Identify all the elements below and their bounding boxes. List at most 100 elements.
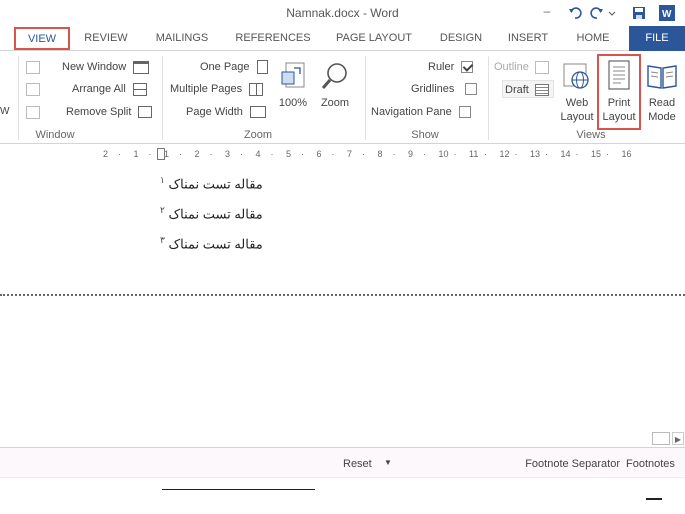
horizontal-ruler[interactable]: 2 · 1 · 1 · 2 · 3 · 4 · 5 · 6 · 7 · 8 · 9 · 10 · 11 · 12 · 13 · 14 · 15 ·… [95, 146, 685, 162]
tab-page-layout[interactable]: PAGE LAYOUT [326, 26, 422, 51]
one-page-label: One Page [200, 61, 250, 73]
minimize-button[interactable]: – [540, 4, 554, 20]
one-page-button[interactable]: One Page [200, 58, 268, 76]
redo-icon[interactable] [588, 4, 606, 22]
document-line[interactable]: ﻣﻘﺎﻟﻪ ﺗﺴﺖ ﻧﻤﻨﺎک ۳ [160, 235, 263, 252]
print-layout-icon [608, 60, 630, 90]
zoom-100-label: 100% [278, 97, 308, 109]
print-layout-button[interactable]: Print Layout [597, 54, 641, 130]
navigation-pane-check-icon [458, 106, 471, 119]
web-layout-icon [563, 63, 589, 89]
ruler-tick: · [453, 149, 457, 159]
undo-icon[interactable] [566, 4, 584, 22]
reset-window-position-icon[interactable] [26, 103, 40, 121]
chevron-down-icon[interactable]: ▼ [384, 458, 392, 467]
new-window-label: New Window [62, 61, 127, 73]
ruler-tick-area: 2 · 1 · 1 · 2 · 3 · 4 · 5 · 6 · 7 · 8 · 9 · 10 · 11 · 12 · 13 · 14 · 15 ·… [95, 148, 685, 160]
ruler-tick: · [240, 149, 243, 159]
ribbon-separator [488, 56, 489, 140]
tab-references[interactable]: REFERENCES [228, 26, 318, 51]
line-text: ﻣﻘﺎﻟﻪ ﺗﺴﺖ ﻧﻤﻨﺎک [168, 176, 263, 192]
footnote-cursor-mark [646, 498, 662, 500]
footnote-type-select[interactable]: Footnote Separator [384, 458, 620, 472]
indent-marker-icon[interactable] [157, 148, 165, 160]
ruler-number: 3 [225, 149, 231, 159]
horizontal-scrollbar[interactable]: ▶ [0, 432, 685, 446]
ruler-number: 5 [286, 149, 292, 159]
views-group-label: Views [576, 129, 606, 141]
zoom-100-icon [281, 62, 305, 88]
new-window-button[interactable]: New Window [62, 58, 150, 76]
tab-file[interactable]: FILE [629, 26, 685, 51]
ruler-number: 2 [103, 149, 109, 159]
footnotes-label: Footnotes [626, 458, 675, 470]
ruler-tick: · [514, 149, 518, 159]
multiple-pages-icon [249, 82, 264, 96]
word-logo-icon: W [658, 4, 676, 22]
document-line[interactable]: ﻣﻘﺎﻟﻪ ﺗﺴﺖ ﻧﻤﻨﺎک ۲ [160, 205, 263, 222]
line-number: ۲ [160, 205, 165, 215]
ribbon-tabs: FILE HOME INSERT DESIGN PAGE LAYOUT REFE… [0, 26, 685, 51]
save-icon[interactable] [630, 4, 648, 22]
ruler-tick: · [179, 149, 182, 159]
print-layout-label: Print Layout [602, 97, 636, 123]
ruler-tick: · [331, 149, 335, 159]
tab-design[interactable]: DESIGN [432, 26, 490, 51]
footnote-pane: Footnotes Footnote Separator ▼ Reset [0, 447, 685, 514]
zoom-label: Zoom [320, 97, 350, 109]
ruler-number: 13 [530, 149, 541, 159]
ruler-label: Ruler [428, 61, 455, 73]
read-mode-button[interactable]: Read Mode [642, 56, 682, 130]
outline-label: Outline [494, 61, 529, 73]
multiple-pages-button[interactable]: Multiple Pages [170, 80, 264, 98]
ruler-number: 10 [438, 149, 449, 159]
outline-button[interactable]: Outline [494, 58, 549, 76]
page-width-label: Page Width [186, 106, 243, 118]
ruler-number: 9 [408, 149, 414, 159]
draft-icon [534, 84, 549, 97]
scroll-right-arrow-icon[interactable]: ▶ [672, 432, 684, 445]
remove-split-button[interactable]: Remove Split [66, 103, 153, 121]
line-text: ﻣﻘﺎﻟﻪ ﺗﺴﺖ ﻧﻤﻨﺎک [168, 236, 263, 252]
ruler-number: 15 [591, 149, 602, 159]
tab-insert[interactable]: INSERT [500, 26, 556, 51]
ruler-tick: · [270, 149, 274, 159]
gridlines-label: Gridlines [411, 83, 455, 95]
ruler-tick: · [148, 149, 152, 159]
switch-windows-button[interactable]: W [0, 103, 9, 121]
zoom-100-button[interactable]: 100% [274, 56, 312, 130]
svg-text:W: W [662, 9, 672, 20]
document-page[interactable]: ﻣﻘﺎﻟﻪ ﺗﺴﺖ ﻧﻤﻨﺎک ۱ ﻣﻘﺎﻟﻪ ﺗﺴﺖ ﻧﻤﻨﺎک ۲ ﻣﻘﺎﻟ… [0, 163, 685, 293]
scrollbar-thumb[interactable] [652, 432, 670, 445]
arrange-all-button[interactable]: Arrange All [72, 80, 147, 98]
tab-view[interactable]: VIEW [14, 27, 70, 50]
gridlines-check-icon [465, 83, 478, 96]
web-layout-button[interactable]: Web Layout [558, 56, 596, 130]
sync-scrolling-icon[interactable] [26, 80, 40, 98]
ruler-number: 14 [560, 149, 571, 159]
title-bar: Namnak.docx - Word – W [0, 0, 685, 26]
draft-button[interactable]: Draft [502, 80, 554, 98]
ruler-tick: · [575, 149, 579, 159]
gridlines-checkbox[interactable]: Gridlines [411, 80, 478, 98]
qat-dropdown-icon[interactable] [606, 4, 618, 22]
tab-home[interactable]: HOME [568, 26, 618, 51]
ruler-number: 11 [469, 149, 479, 159]
ruler-tick: · [301, 149, 304, 159]
arrange-all-icon [132, 82, 147, 96]
tab-mailings[interactable]: MAILINGS [145, 26, 219, 51]
reset-button[interactable]: Reset [343, 458, 372, 470]
ruler-tick: · [362, 149, 365, 159]
document-line[interactable]: ﻣﻘﺎﻟﻪ ﺗﺴﺖ ﻧﻤﻨﺎک ۱ [160, 175, 263, 192]
ruler-number: 2 [194, 149, 200, 159]
ribbon-separator [162, 56, 163, 140]
tab-review[interactable]: REVIEW [76, 26, 136, 51]
page-width-button[interactable]: Page Width [186, 103, 266, 121]
ruler-checkbox[interactable]: Ruler [428, 58, 474, 76]
view-side-by-side-icon[interactable] [26, 58, 40, 76]
zoom-button[interactable]: Zoom [316, 56, 354, 130]
ruler-number: 12 [499, 149, 510, 159]
navigation-pane-checkbox[interactable]: Navigation Pane [371, 103, 471, 121]
reset-window-icon [26, 105, 40, 119]
ribbon-separator [18, 56, 19, 140]
